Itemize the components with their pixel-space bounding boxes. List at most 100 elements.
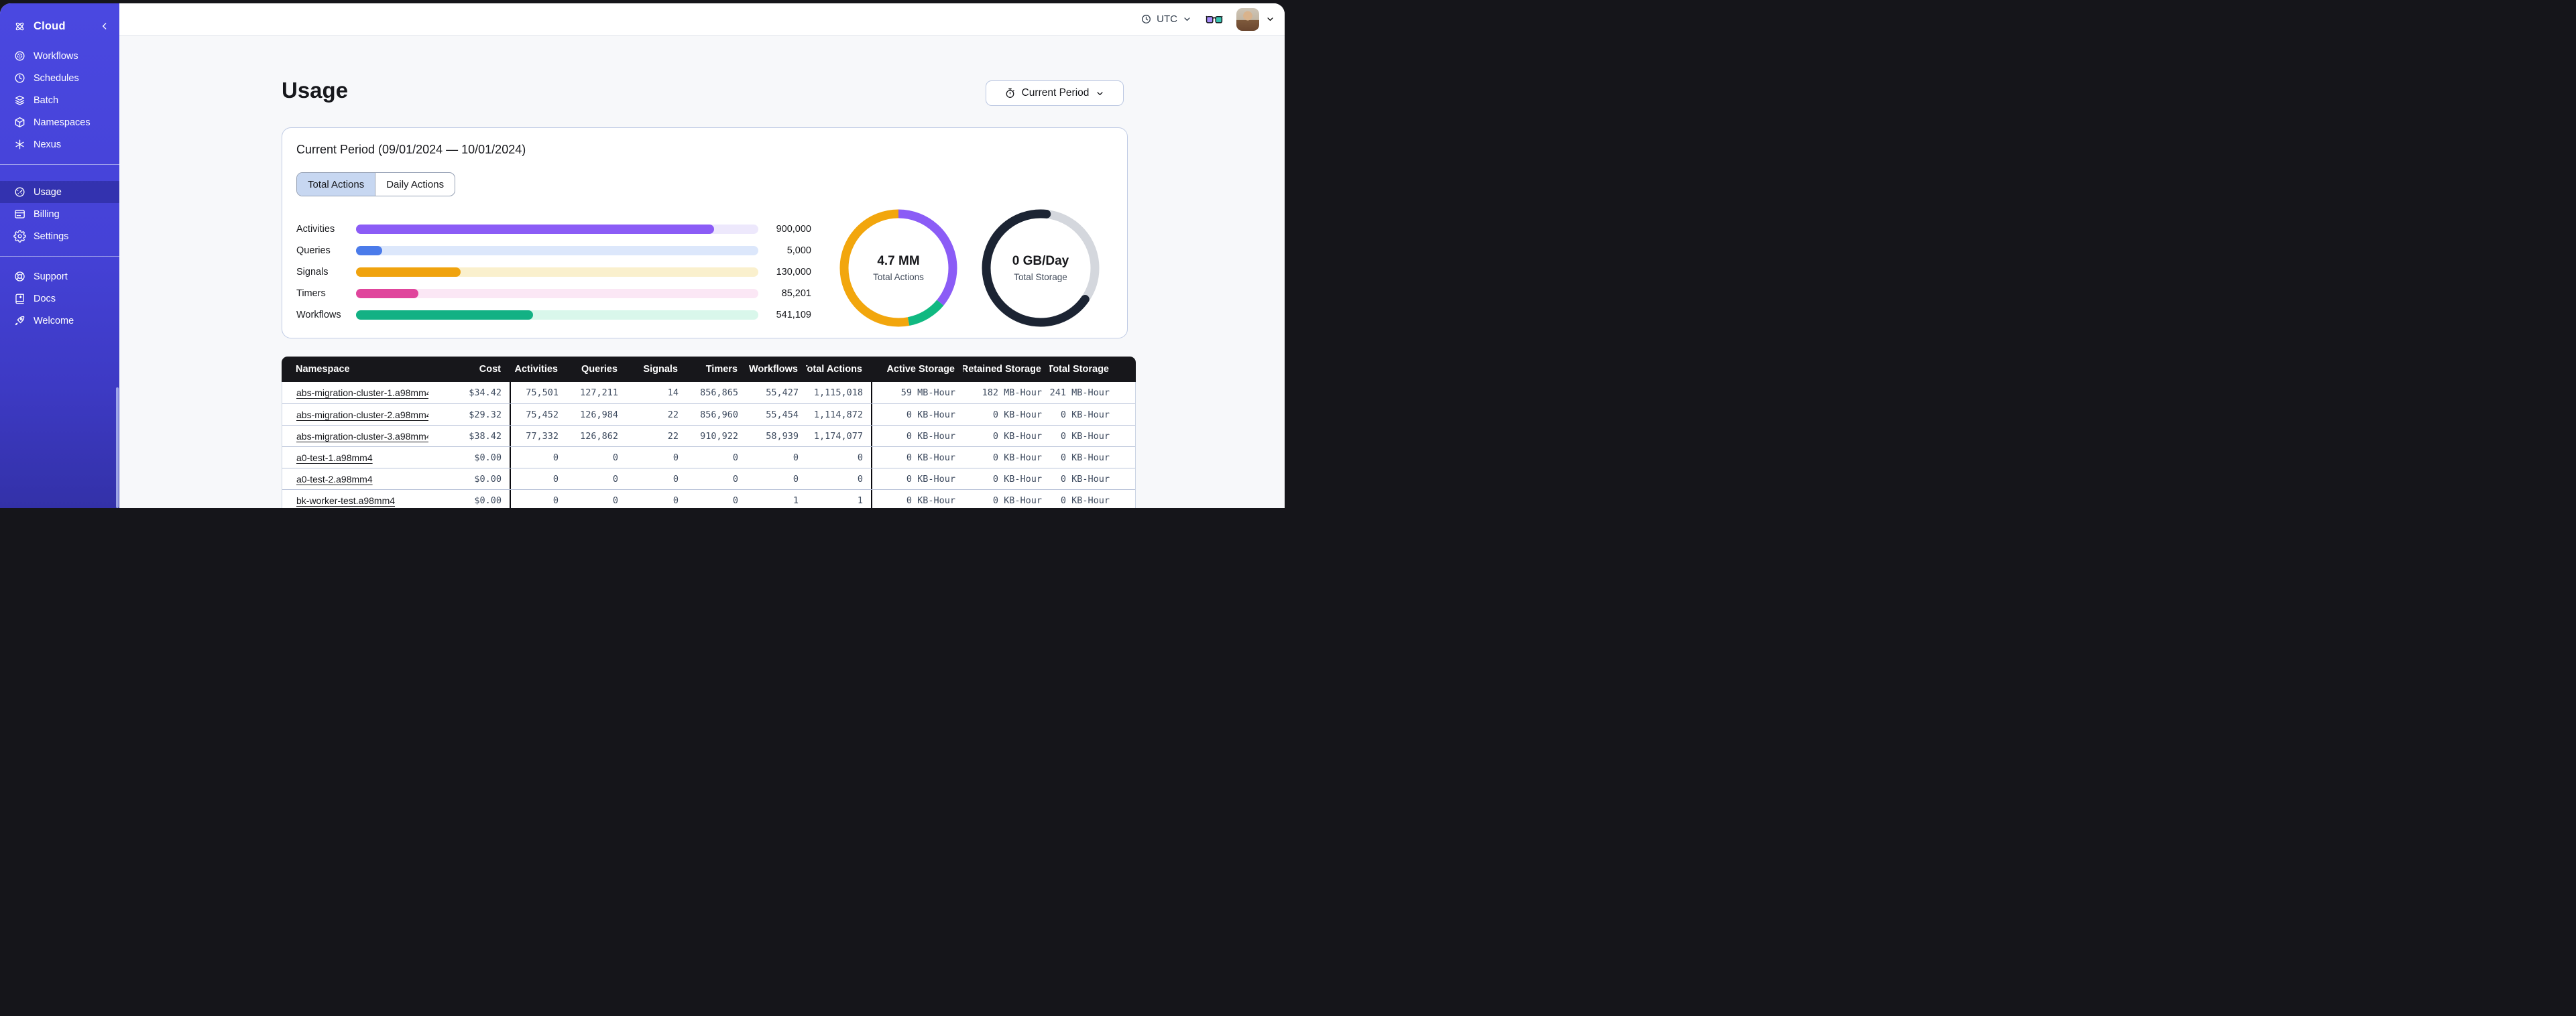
bar-value: 5,000 bbox=[786, 245, 811, 256]
sidebar-item-label: Usage bbox=[34, 186, 62, 198]
cell-cost: $38.42 bbox=[469, 430, 502, 442]
brand-row: Cloud bbox=[0, 11, 119, 41]
sidebar-item-support[interactable]: Support bbox=[0, 265, 119, 288]
namespace-link[interactable]: abs-migration-cluster-2.a98mm4 bbox=[296, 409, 428, 420]
sidebar-item-batch[interactable]: Batch bbox=[0, 89, 119, 111]
sidebar-item-label: Nexus bbox=[34, 139, 62, 150]
cell-namespace: a0-test-2.a98mm4 bbox=[282, 468, 428, 489]
table-header: Namespace Cost Activities Queries Signals Tim… bbox=[282, 357, 1136, 382]
cell-active_storage: 59 MB-Hour bbox=[871, 382, 963, 403]
bar-label: Workflows bbox=[296, 310, 341, 320]
chevron-down-icon bbox=[1265, 14, 1275, 24]
bar-fill bbox=[356, 289, 418, 298]
cell-activities: 77,332 bbox=[510, 426, 567, 446]
table-row: abs-migration-cluster-3.a98mm4 $38.42 77,3… bbox=[282, 425, 1135, 446]
table-row: a0-test-2.a98mm4 $0.00 0 0 0 0 0 0 0 KB-Hour 0 KB… bbox=[282, 468, 1135, 489]
cell-retained_storage: 0 KB-Hour bbox=[992, 495, 1042, 506]
cell-retained_storage: 0 KB-Hour bbox=[992, 452, 1042, 463]
period-selector-button[interactable]: Current Period bbox=[986, 80, 1124, 106]
cell-cost: $34.42 bbox=[469, 387, 502, 398]
sidebar-collapse-button[interactable] bbox=[99, 21, 110, 31]
table-body: abs-migration-cluster-1.a98mm4 $34.42 75,5… bbox=[282, 382, 1136, 508]
sidebar-item-workflows[interactable]: Workflows bbox=[0, 45, 119, 67]
cell-queries: 127,211 bbox=[580, 387, 618, 398]
usage-bar-chart: Activities 900,000 Queries 5,000 Signals 130,… bbox=[296, 218, 811, 326]
user-menu[interactable] bbox=[1236, 7, 1275, 31]
cell-timers: 910,922 bbox=[700, 430, 738, 442]
timezone-selector[interactable]: UTC bbox=[1140, 13, 1192, 25]
column-header-cost: Cost bbox=[479, 364, 501, 375]
cell-total_actions: 1,114,872 bbox=[813, 409, 863, 420]
usage-icon bbox=[13, 186, 26, 198]
settings-icon bbox=[13, 230, 26, 243]
brand-label: Cloud bbox=[34, 19, 66, 32]
namespace-link[interactable]: bk-worker-test.a98mm4 bbox=[296, 495, 395, 506]
glasses-button[interactable] bbox=[1206, 13, 1223, 25]
usage-table: Namespace Cost Activities Queries Signals Tim… bbox=[282, 357, 1136, 508]
bar-fill bbox=[356, 310, 533, 320]
cell-cost: $0.00 bbox=[474, 452, 502, 463]
namespace-link[interactable]: abs-migration-cluster-1.a98mm4 bbox=[296, 387, 428, 398]
cell-timers: 856,865 bbox=[700, 387, 738, 398]
cell-cost: $0.00 bbox=[474, 495, 502, 506]
cell-activities: 75,452 bbox=[510, 404, 567, 425]
cell-workflows: 0 bbox=[793, 473, 799, 485]
sidebar-item-label: Docs bbox=[34, 293, 56, 304]
cell-active_storage: 0 KB-Hour bbox=[871, 490, 963, 508]
namespace-link[interactable]: a0-test-2.a98mm4 bbox=[296, 474, 373, 485]
cell-retained_storage: 0 KB-Hour bbox=[992, 409, 1042, 420]
column-header-total_storage: Total Storage bbox=[1049, 364, 1109, 375]
donut-total-storage: 0 GB/Day Total Storage bbox=[982, 209, 1100, 327]
cell-signals: 0 bbox=[672, 495, 679, 506]
cell-signals: 0 bbox=[672, 452, 679, 463]
table-row: a0-test-1.a98mm4 $0.00 0 0 0 0 0 0 0 KB-Hour 0 KB… bbox=[282, 446, 1135, 468]
sidebar-item-docs[interactable]: Docs bbox=[0, 288, 119, 310]
avatar bbox=[1236, 7, 1259, 31]
sidebar-item-label: Batch bbox=[34, 94, 59, 106]
sidebar-divider bbox=[0, 256, 119, 257]
sidebar-item-usage[interactable]: Usage bbox=[0, 181, 119, 203]
sidebar-item-nexus[interactable]: Nexus bbox=[0, 133, 119, 155]
main-content: Usage Current Period Current Period (09/… bbox=[119, 36, 1285, 508]
cell-timers: 0 bbox=[732, 473, 738, 485]
sidebar-item-welcome[interactable]: Welcome bbox=[0, 310, 119, 332]
sidebar-item-label: Workflows bbox=[34, 50, 78, 62]
topbar-actions: UTC bbox=[1140, 3, 1275, 35]
sidebar-item-label: Billing bbox=[34, 208, 60, 220]
sidebar-item-settings[interactable]: Settings bbox=[0, 225, 119, 247]
cell-cost: $29.32 bbox=[469, 409, 502, 420]
bar-label: Timers bbox=[296, 288, 326, 299]
sidebar-item-label: Schedules bbox=[34, 72, 79, 84]
page-title: Usage bbox=[282, 78, 349, 103]
cell-workflows: 1 bbox=[793, 495, 799, 506]
cell-total_storage: 241 MB-Hour bbox=[1050, 387, 1110, 398]
bar-fill bbox=[356, 267, 461, 277]
cell-active_storage: 0 KB-Hour bbox=[871, 447, 963, 468]
tab-total-actions[interactable]: Total Actions bbox=[297, 173, 375, 196]
sidebar-scrollbar[interactable] bbox=[116, 387, 119, 508]
column-header-retained_storage: Retained Storage bbox=[963, 364, 1041, 375]
sidebar-item-namespaces[interactable]: Namespaces bbox=[0, 111, 119, 133]
total-actions-value: 4.7 MM bbox=[877, 254, 920, 268]
total-storage-label: Total Storage bbox=[1014, 272, 1067, 282]
cell-retained_storage: 0 KB-Hour bbox=[992, 473, 1042, 485]
column-header-activities: Activities bbox=[514, 364, 558, 375]
docs-icon bbox=[13, 292, 26, 305]
cell-activities: 0 bbox=[510, 490, 567, 508]
total-storage-value: 0 GB/Day bbox=[1012, 254, 1069, 268]
column-header-active_storage: Active Storage bbox=[886, 364, 955, 375]
sidebar-divider bbox=[0, 164, 119, 165]
column-header-total_actions: Total Actions bbox=[806, 364, 862, 375]
sidebar-nav-main: Workflows Schedules Batch Namespaces Nexus bbox=[0, 45, 119, 155]
stopwatch-icon bbox=[1004, 87, 1016, 99]
namespace-link[interactable]: a0-test-1.a98mm4 bbox=[296, 452, 373, 463]
topbar: UTC bbox=[119, 3, 1285, 36]
sidebar-item-billing[interactable]: Billing bbox=[0, 203, 119, 225]
namespace-link[interactable]: abs-migration-cluster-3.a98mm4 bbox=[296, 431, 428, 442]
sidebar-item-schedules[interactable]: Schedules bbox=[0, 67, 119, 89]
cell-cost: $0.00 bbox=[474, 473, 502, 485]
cell-total_storage: 0 KB-Hour bbox=[1060, 473, 1110, 485]
cell-signals: 22 bbox=[667, 409, 679, 420]
tab-daily-actions[interactable]: Daily Actions bbox=[375, 173, 455, 196]
bar-track bbox=[356, 246, 758, 255]
